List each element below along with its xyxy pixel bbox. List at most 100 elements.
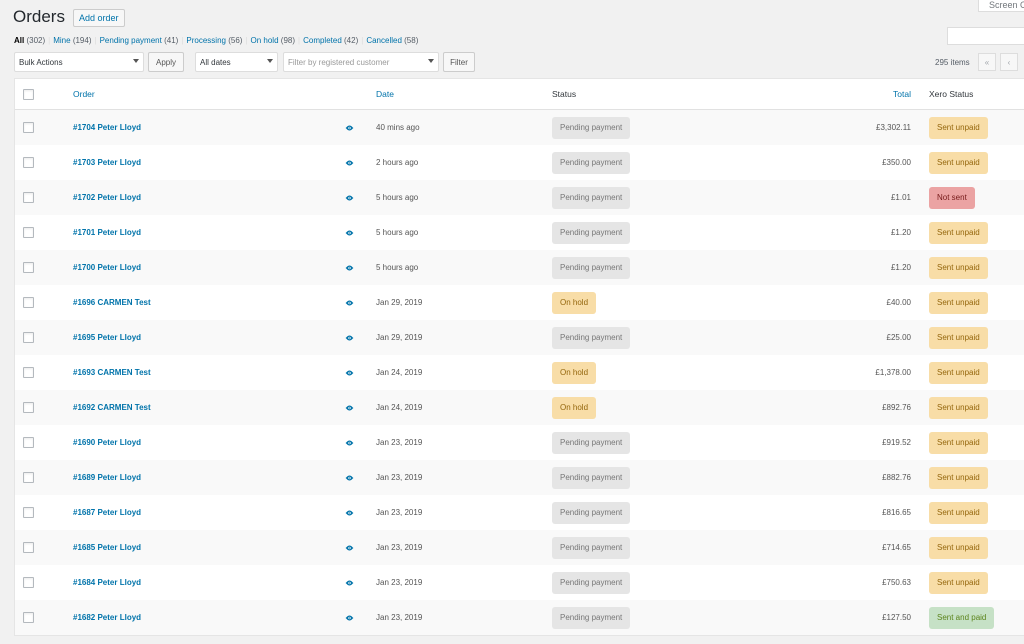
- table-row[interactable]: #1685 Peter Lloyd Jan 23, 2019 Pending pay…: [15, 530, 1024, 565]
- order-link[interactable]: #1687 Peter Lloyd: [73, 495, 141, 530]
- order-preview-button[interactable]: [345, 320, 354, 355]
- customer-filter-placeholder: Filter by registered customer: [288, 58, 390, 67]
- search-input[interactable]: [947, 27, 1024, 45]
- table-row[interactable]: #1689 Peter Lloyd Jan 23, 2019 Pending pay…: [15, 460, 1024, 495]
- order-status-badge: Pending payment: [552, 186, 631, 209]
- date-filter-select[interactable]: All dates: [195, 52, 278, 72]
- order-link[interactable]: #1701 Peter Lloyd: [73, 215, 141, 250]
- order-link[interactable]: #1689 Peter Lloyd: [73, 460, 141, 495]
- order-link[interactable]: #1684 Peter Lloyd: [73, 565, 141, 600]
- row-select-cell: [23, 565, 34, 600]
- order-link[interactable]: #1696 CARMEN Test: [73, 285, 151, 320]
- row-checkbox[interactable]: [23, 402, 34, 413]
- order-preview-button[interactable]: [345, 530, 354, 565]
- order-preview-button[interactable]: [345, 355, 354, 390]
- page-header: Orders Add order: [13, 7, 125, 27]
- filter-link-mine[interactable]: Mine (194): [53, 36, 91, 45]
- order-preview-button[interactable]: [345, 600, 354, 635]
- order-preview-button[interactable]: [345, 495, 354, 530]
- table-row[interactable]: #1693 CARMEN Test Jan 24, 2019 On hold £1,3…: [15, 355, 1024, 390]
- xero-status-badge: Not sent: [929, 186, 975, 209]
- filter-count: (41): [164, 36, 179, 45]
- filter-link-processing[interactable]: Processing (56): [186, 36, 242, 45]
- apply-button[interactable]: Apply: [148, 52, 184, 72]
- row-checkbox[interactable]: [23, 577, 34, 588]
- xero-status-badge: Sent unpaid: [929, 256, 988, 279]
- previous-page-button[interactable]: ‹: [1000, 53, 1018, 71]
- row-checkbox[interactable]: [23, 157, 34, 168]
- order-preview-button[interactable]: [345, 215, 354, 250]
- row-checkbox[interactable]: [23, 122, 34, 133]
- customer-filter-select[interactable]: Filter by registered customer: [283, 52, 439, 72]
- row-checkbox[interactable]: [23, 367, 34, 378]
- add-order-button[interactable]: Add order: [72, 9, 125, 27]
- filter-label: All: [14, 36, 25, 45]
- order-link[interactable]: #1704 Peter Lloyd: [73, 110, 141, 145]
- row-checkbox[interactable]: [23, 472, 34, 483]
- row-checkbox[interactable]: [23, 612, 34, 623]
- table-row[interactable]: #1684 Peter Lloyd Jan 23, 2019 Pending pay…: [15, 565, 1024, 600]
- row-checkbox[interactable]: [23, 297, 34, 308]
- filter-link-on-hold[interactable]: On hold (98): [251, 36, 296, 45]
- row-checkbox[interactable]: [23, 262, 34, 273]
- order-preview-button[interactable]: [345, 390, 354, 425]
- order-preview-button[interactable]: [345, 460, 354, 495]
- order-link[interactable]: #1685 Peter Lloyd: [73, 530, 141, 565]
- order-preview-button[interactable]: [345, 145, 354, 180]
- bulk-actions-select[interactable]: Bulk Actions: [14, 52, 144, 72]
- order-preview-button[interactable]: [345, 110, 354, 145]
- order-link[interactable]: #1693 CARMEN Test: [73, 355, 151, 390]
- first-page-button[interactable]: «: [978, 53, 996, 71]
- order-status-cell: Pending payment: [552, 215, 631, 250]
- filter-link-cancelled[interactable]: Cancelled (58): [366, 36, 418, 45]
- column-total[interactable]: Total: [893, 79, 911, 109]
- row-checkbox[interactable]: [23, 507, 34, 518]
- table-row[interactable]: #1690 Peter Lloyd Jan 23, 2019 Pending pay…: [15, 425, 1024, 460]
- table-row[interactable]: #1700 Peter Lloyd 5 hours ago Pending paym…: [15, 250, 1024, 285]
- order-link[interactable]: #1682 Peter Lloyd: [73, 600, 141, 635]
- order-link[interactable]: #1703 Peter Lloyd: [73, 145, 141, 180]
- filter-link-all[interactable]: All (302): [14, 36, 45, 45]
- order-preview-button[interactable]: [345, 565, 354, 600]
- filter-label: On hold: [250, 36, 279, 45]
- filter-separator: |: [298, 36, 301, 45]
- filter-link-pending-payment[interactable]: Pending payment (41): [100, 36, 179, 45]
- order-link[interactable]: #1702 Peter Lloyd: [73, 180, 141, 215]
- order-link[interactable]: #1695 Peter Lloyd: [73, 320, 141, 355]
- table-row[interactable]: #1687 Peter Lloyd Jan 23, 2019 Pending pay…: [15, 495, 1024, 530]
- table-row[interactable]: #1701 Peter Lloyd 5 hours ago Pending paym…: [15, 215, 1024, 250]
- screen-options-button[interactable]: Screen Options: [978, 0, 1024, 12]
- column-order[interactable]: Order: [73, 79, 95, 109]
- table-row[interactable]: #1696 CARMEN Test Jan 29, 2019 On hold £40.…: [15, 285, 1024, 320]
- order-preview-button[interactable]: [345, 425, 354, 460]
- row-checkbox[interactable]: [23, 192, 34, 203]
- order-preview-button[interactable]: [345, 285, 354, 320]
- order-link[interactable]: #1692 CARMEN Test: [73, 390, 151, 425]
- row-checkbox[interactable]: [23, 332, 34, 343]
- table-row[interactable]: #1682 Peter Lloyd Jan 23, 2019 Pending pay…: [15, 600, 1024, 635]
- table-row[interactable]: #1703 Peter Lloyd 2 hours ago Pending paym…: [15, 145, 1024, 180]
- filter-count: (194): [72, 36, 92, 45]
- table-row[interactable]: #1702 Peter Lloyd 5 hours ago Pending paym…: [15, 180, 1024, 215]
- filter-button[interactable]: Filter: [443, 52, 475, 72]
- order-total: £882.76: [882, 473, 911, 482]
- table-row[interactable]: #1695 Peter Lloyd Jan 29, 2019 Pending pay…: [15, 320, 1024, 355]
- order-total: £350.00: [882, 158, 911, 167]
- select-all-checkbox[interactable]: [23, 88, 34, 100]
- order-date: Jan 29, 2019: [376, 298, 423, 307]
- xero-status-cell: Sent unpaid: [929, 145, 988, 180]
- order-link[interactable]: #1700 Peter Lloyd: [73, 250, 141, 285]
- column-date[interactable]: Date: [376, 79, 394, 109]
- column-xero-status: Xero Status: [929, 89, 974, 99]
- order-preview-button[interactable]: [345, 180, 354, 215]
- table-row[interactable]: #1704 Peter Lloyd 40 mins ago Pending paym…: [15, 110, 1024, 145]
- row-checkbox[interactable]: [23, 542, 34, 553]
- row-select-cell: [23, 320, 34, 355]
- order-preview-button[interactable]: [345, 250, 354, 285]
- filter-link-completed[interactable]: Completed (42): [303, 36, 358, 45]
- row-checkbox[interactable]: [23, 437, 34, 448]
- order-date: Jan 23, 2019: [376, 543, 423, 552]
- row-checkbox[interactable]: [23, 227, 34, 238]
- table-row[interactable]: #1692 CARMEN Test Jan 24, 2019 On hold £892…: [15, 390, 1024, 425]
- order-link[interactable]: #1690 Peter Lloyd: [73, 425, 141, 460]
